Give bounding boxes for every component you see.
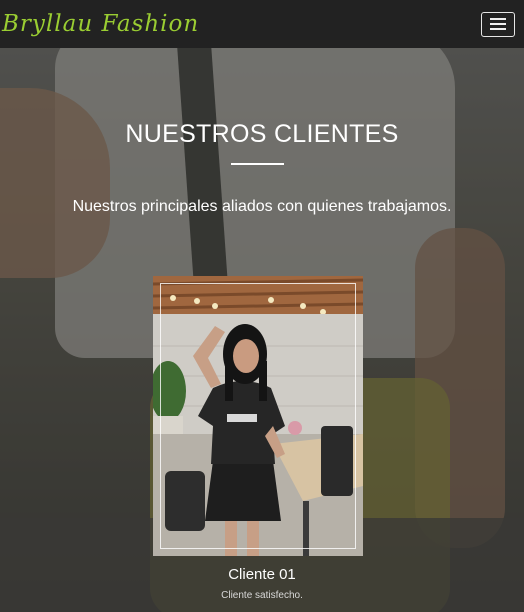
section-subtitle: Nuestros principales aliados con quienes… [72,198,452,215]
client-photo-card[interactable] [153,276,363,556]
menu-toggle-button[interactable] [481,11,515,37]
hamburger-icon-line [490,23,506,25]
section-title: NUESTROS CLIENTES [125,120,399,148]
title-divider [231,163,284,165]
navbar: Bryllau Fashion [0,0,524,48]
hamburger-icon-line [490,28,506,30]
hamburger-icon-line [490,18,506,20]
card-inner-frame [160,283,356,549]
client-description: Cliente satisfecho. [221,590,303,601]
client-name: Cliente 01 [228,566,296,583]
brand-logo-link[interactable]: Bryllau Fashion [2,11,199,37]
